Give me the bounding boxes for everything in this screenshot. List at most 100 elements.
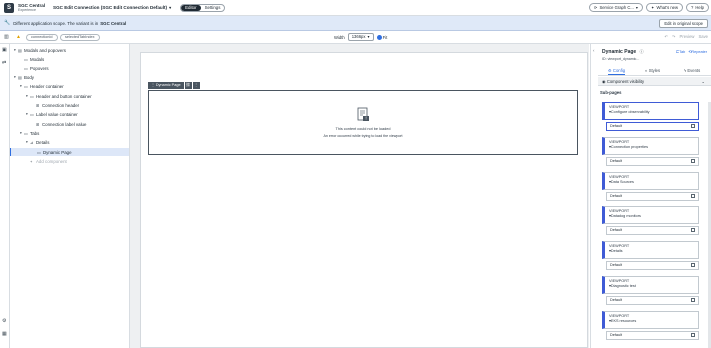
tree-node[interactable]: ▾ ▭ Header and button container — [26, 92, 92, 100]
component-tree: ▾ ▤ Modals and popovers ▭ Modals ▭ Popovers ▾ ▤ B… — [10, 44, 130, 348]
component-icon: ▭ — [37, 149, 41, 155]
tab-link[interactable]: ⊏Tab — [676, 49, 685, 54]
open-external-icon[interactable] — [691, 158, 695, 163]
param-connection-id[interactable]: connectionId — [26, 34, 58, 41]
open-external-icon[interactable] — [691, 332, 695, 337]
open-external-icon[interactable] — [691, 298, 695, 302]
chevron-down-icon: ▾ — [367, 34, 370, 39]
tree-node[interactable]: ▾ ▤ Body — [14, 73, 34, 81]
tree-node[interactable]: ▭ Dynamic Page — [10, 148, 129, 156]
tree-node-label: Popovers — [30, 65, 49, 71]
svg-text:!: ! — [365, 116, 367, 121]
save-button[interactable]: Save — [698, 34, 708, 39]
preview-button[interactable]: Preview — [680, 34, 695, 39]
subpage-variant[interactable]: Default — [606, 261, 699, 271]
link-icon[interactable]: ⛓ — [184, 82, 192, 89]
wrench-icon: 🔧 — [4, 20, 11, 26]
panel-title: Dynamic Page — [602, 49, 637, 55]
repeater-link[interactable]: ⟲Repeater — [688, 49, 707, 54]
open-external-icon[interactable] — [691, 263, 695, 268]
whats-new-button[interactable]: ✦ What's new — [646, 3, 684, 12]
subpage-viewport[interactable]: VIEWPORT ▾EKS resources — [602, 310, 699, 329]
data-icon[interactable]: ▦ — [2, 331, 7, 337]
panel-toggle-icon[interactable]: ▥ — [4, 34, 9, 40]
subpage-name: ▾Configure observability — [609, 110, 694, 115]
tab-link-label: Tab — [679, 50, 686, 54]
subpage-item: VIEWPORT ▾Configure observability Default — [602, 102, 699, 135]
tree-node[interactable]: ▭ Modals — [20, 55, 44, 63]
tree-node[interactable]: ▾ ▭ Label value container — [26, 110, 78, 118]
param-selected-tab-index[interactable]: selectedTabIndex — [60, 34, 100, 41]
subpage-viewport[interactable]: VIEWPORT ▾Datadog monitors — [602, 206, 699, 225]
dynamic-page-viewport[interactable]: ! This content could not be loaded An er… — [148, 90, 578, 155]
service-graph-dropdown[interactable]: ⟳ Service Graph C... ▾ — [588, 3, 643, 12]
config-panel: Dynamic Page ⓘ ⊏Tab ⟲Repeater ID: viewpo… — [598, 44, 711, 348]
subpage-variant-label: Default — [610, 158, 623, 163]
fit-toggle[interactable]: Fit — [376, 34, 387, 40]
subpage-viewport[interactable]: VIEWPORT ▾Connection properties — [602, 136, 699, 155]
component-icon: ▭ — [24, 130, 28, 136]
tab-settings[interactable]: Settings — [201, 5, 225, 11]
edit-original-scope-button[interactable]: Edit in original scope — [659, 19, 708, 28]
subpage-item: VIEWPORT ▾Datadog monitors Default — [602, 206, 699, 239]
component-visibility-section[interactable]: ◉ Component visibility ⌄ — [598, 77, 711, 86]
undo-icon[interactable]: ↶ — [665, 34, 669, 39]
subpage-variant[interactable]: Default — [606, 330, 699, 340]
subpage-variant-label: Default — [610, 228, 623, 233]
banner-scope: SGC Central — [100, 20, 127, 26]
tree-node[interactable]: ▾ ⊿ Details — [26, 138, 49, 146]
settings-icon[interactable]: ⚙ — [2, 318, 6, 324]
tree-node[interactable]: + Add component — [26, 157, 67, 165]
link-icon[interactable]: ⇄ — [2, 60, 6, 66]
subpage-variant[interactable]: Default — [606, 296, 699, 305]
redo-icon[interactable]: ↷ — [672, 34, 676, 39]
viewport-error-detail: An error occurred while trying to load t… — [323, 134, 403, 138]
star-icon: ✦ — [651, 5, 655, 10]
tree-node-label: Add component — [36, 158, 67, 164]
tab-editor[interactable]: Editor — [181, 4, 201, 11]
tab-styles[interactable]: ◐ Styles — [645, 68, 660, 73]
open-external-icon[interactable] — [691, 193, 695, 198]
subpage-variant-label: Default — [610, 298, 623, 302]
brand-title: SGC Central — [18, 2, 46, 8]
tree-node-label: Label value container — [36, 111, 78, 117]
subpage-viewport[interactable]: VIEWPORT ▾Diagnostic test — [602, 276, 699, 294]
component-icon: + — [30, 158, 33, 164]
tree-node[interactable]: ▾ ▭ Header container — [20, 82, 64, 90]
open-external-icon[interactable] — [691, 124, 695, 128]
info-icon[interactable]: ⓘ — [640, 49, 644, 54]
brand[interactable]: S SGC Central Experience — [0, 2, 50, 13]
open-external-icon[interactable] — [691, 228, 695, 233]
width-value: 1366px — [351, 34, 366, 39]
more-icon[interactable]: ⋮ — [192, 82, 200, 89]
tree-node[interactable]: ▾ ▭ Tabs — [20, 129, 39, 137]
selected-component-tag: Dynamic Page — [155, 83, 181, 87]
subpage-viewport[interactable]: VIEWPORT ▾Details — [602, 241, 699, 260]
component-icon: ▤ — [18, 47, 22, 53]
subpage-variant[interactable]: Default — [606, 191, 699, 201]
help-button[interactable]: ? Help — [686, 3, 709, 12]
layers-icon[interactable]: ▣ — [2, 47, 7, 53]
subpage-viewport[interactable]: VIEWPORT ▾Data Sources — [602, 171, 699, 190]
subpage-variant[interactable]: Default — [606, 122, 699, 131]
subpage-variant[interactable]: Default — [606, 226, 699, 236]
width-select[interactable]: 1366px ▾ — [347, 33, 374, 41]
tree-node[interactable]: ⊞ Connection header — [32, 101, 79, 109]
tree-node[interactable]: ▾ ▤ Modals and popovers — [14, 46, 66, 54]
page-selector[interactable]: SGC Edit Connection (SGC Edit Connection… — [50, 3, 174, 13]
tree-node-label: Header and button container — [36, 93, 92, 99]
warning-icon[interactable]: ▲ — [16, 34, 21, 40]
tab-config[interactable]: ⚙ Config — [608, 68, 626, 75]
subpage-name: ▾Datadog monitors — [609, 214, 694, 219]
subpage-name: ▾Details — [609, 249, 694, 254]
tree-node[interactable]: ▭ Popovers — [20, 64, 49, 72]
subpage-viewport[interactable]: VIEWPORT ▾Configure observability — [602, 102, 699, 120]
config-tabs: ⚙ Config ◐ Styles ϟ Events — [598, 67, 711, 76]
tab-events[interactable]: ϟ Events — [684, 68, 700, 73]
subpage-variant[interactable]: Default — [606, 156, 699, 166]
tree-node[interactable]: ⊞ Connection label value — [32, 120, 86, 128]
right-panel-collapse[interactable]: ‹ — [590, 44, 598, 348]
chevron-left-icon: ‹ — [593, 48, 595, 53]
subpage-variant-label: Default — [610, 193, 623, 198]
mode-tabs: Editor Settings — [180, 3, 226, 12]
